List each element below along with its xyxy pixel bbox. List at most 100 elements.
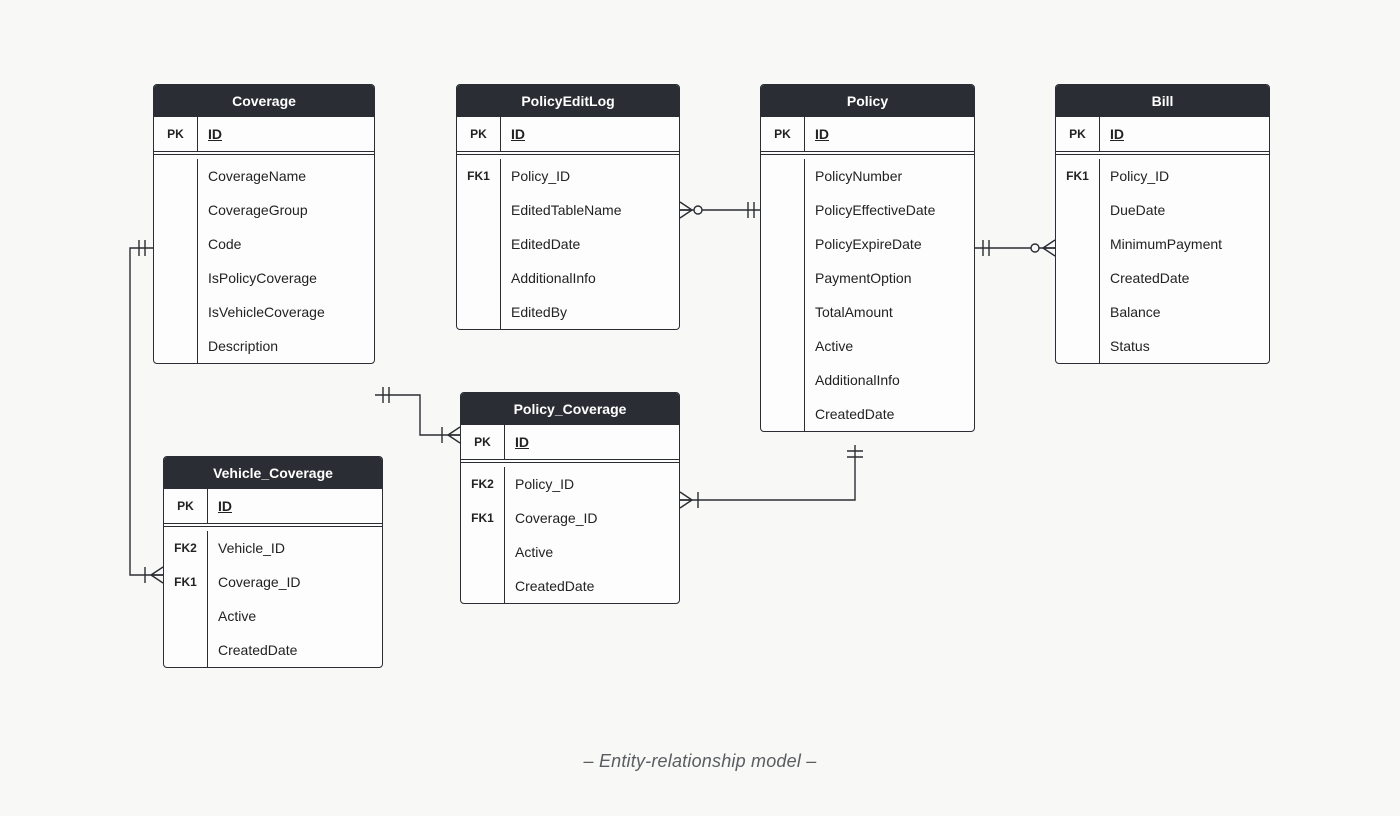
attribute-name: Active (805, 329, 974, 363)
key-indicator (761, 295, 805, 329)
key-indicator (1056, 227, 1100, 261)
attribute-name: AdditionalInfo (805, 363, 974, 397)
entity-bill: BillPKIDFK1Policy_IDDueDateMinimumPaymen… (1055, 84, 1270, 364)
entity-policy-edit-log: PolicyEditLogPKIDFK1Policy_IDEditedTable… (456, 84, 680, 330)
key-indicator (1056, 295, 1100, 329)
attribute-name: EditedDate (501, 227, 679, 261)
attribute-name: IsPolicyCoverage (198, 261, 374, 295)
attribute-row: CreatedDate (1056, 261, 1269, 295)
attribute-row: FK2Vehicle_ID (164, 531, 382, 565)
key-indicator: PK (761, 117, 805, 151)
attribute-row: AdditionalInfo (457, 261, 679, 295)
attribute-name: Policy_ID (501, 159, 679, 193)
attribute-row: Active (164, 599, 382, 633)
entity-title: Policy_Coverage (461, 393, 679, 425)
entity-title: Policy (761, 85, 974, 117)
attribute-name: Status (1100, 329, 1269, 363)
key-indicator (154, 227, 198, 261)
attribute-name: MinimumPayment (1100, 227, 1269, 261)
attribute-name: CreatedDate (1100, 261, 1269, 295)
attribute-name: PaymentOption (805, 261, 974, 295)
attribute-name: PolicyEffectiveDate (805, 193, 974, 227)
attribute-name: Active (208, 599, 382, 633)
attribute-name: ID (505, 425, 679, 459)
key-indicator: FK1 (457, 159, 501, 193)
attribute-name: Vehicle_ID (208, 531, 382, 565)
attribute-row: FK1Policy_ID (457, 159, 679, 193)
attribute-name: PolicyNumber (805, 159, 974, 193)
attribute-row: Code (154, 227, 374, 261)
attribute-name: TotalAmount (805, 295, 974, 329)
key-indicator: FK1 (1056, 159, 1100, 193)
entity-title: Coverage (154, 85, 374, 117)
key-indicator (154, 329, 198, 363)
key-indicator: PK (164, 489, 208, 523)
er-diagram-canvas: CoveragePKIDCoverageNameCoverageGroupCod… (0, 0, 1400, 816)
attribute-row: PolicyEffectiveDate (761, 193, 974, 227)
key-indicator (457, 295, 501, 329)
attribute-row: PKID (1056, 117, 1269, 151)
key-indicator (154, 193, 198, 227)
attribute-row: PKID (164, 489, 382, 523)
attribute-row: AdditionalInfo (761, 363, 974, 397)
attribute-row: PolicyExpireDate (761, 227, 974, 261)
attribute-row: Balance (1056, 295, 1269, 329)
entity-vehicle-coverage: Vehicle_CoveragePKIDFK2Vehicle_IDFK1Cove… (163, 456, 383, 668)
key-indicator (761, 227, 805, 261)
attribute-row: Active (761, 329, 974, 363)
attribute-name: Coverage_ID (505, 501, 679, 535)
attribute-name: CreatedDate (805, 397, 974, 431)
key-indicator: FK2 (164, 531, 208, 565)
attribute-name: Coverage_ID (208, 565, 382, 599)
attribute-row: Active (461, 535, 679, 569)
attribute-name: ID (1100, 117, 1269, 151)
attribute-row: IsPolicyCoverage (154, 261, 374, 295)
attribute-row: FK1Coverage_ID (164, 565, 382, 599)
key-indicator: PK (1056, 117, 1100, 151)
attribute-name: Description (198, 329, 374, 363)
attribute-name: CoverageGroup (198, 193, 374, 227)
key-indicator (164, 599, 208, 633)
attribute-row: Description (154, 329, 374, 363)
entity-title: Vehicle_Coverage (164, 457, 382, 489)
attribute-name: AdditionalInfo (501, 261, 679, 295)
attribute-name: IsVehicleCoverage (198, 295, 374, 329)
diagram-caption: – Entity-relationship model – (0, 751, 1400, 772)
attribute-row: PKID (154, 117, 374, 151)
entity-title: PolicyEditLog (457, 85, 679, 117)
attribute-row: DueDate (1056, 193, 1269, 227)
key-indicator (457, 261, 501, 295)
attribute-row: CreatedDate (461, 569, 679, 603)
key-indicator (154, 159, 198, 193)
attribute-name: ID (208, 489, 382, 523)
key-indicator (461, 535, 505, 569)
attribute-row: PKID (457, 117, 679, 151)
attribute-name: Active (505, 535, 679, 569)
key-indicator (761, 261, 805, 295)
attribute-name: CreatedDate (208, 633, 382, 667)
attribute-row: Status (1056, 329, 1269, 363)
attribute-row: CoverageGroup (154, 193, 374, 227)
attribute-row: CreatedDate (164, 633, 382, 667)
attribute-row: FK1Policy_ID (1056, 159, 1269, 193)
key-indicator (1056, 329, 1100, 363)
attribute-row: CoverageName (154, 159, 374, 193)
key-indicator: PK (154, 117, 198, 151)
attribute-row: EditedDate (457, 227, 679, 261)
attribute-name: EditedBy (501, 295, 679, 329)
entity-policy-coverage: Policy_CoveragePKIDFK2Policy_IDFK1Covera… (460, 392, 680, 604)
key-indicator (461, 569, 505, 603)
key-indicator (457, 193, 501, 227)
key-indicator (761, 193, 805, 227)
attribute-row: PKID (461, 425, 679, 459)
key-indicator: FK1 (164, 565, 208, 599)
key-indicator (154, 261, 198, 295)
key-indicator (761, 329, 805, 363)
entity-coverage: CoveragePKID CoverageNameCoverageGroupCod… (153, 84, 375, 364)
attribute-name: CreatedDate (505, 569, 679, 603)
attribute-name: Policy_ID (1100, 159, 1269, 193)
attribute-row: EditedBy (457, 295, 679, 329)
key-indicator (457, 227, 501, 261)
entity-title: Bill (1056, 85, 1269, 117)
attribute-row: CreatedDate (761, 397, 974, 431)
